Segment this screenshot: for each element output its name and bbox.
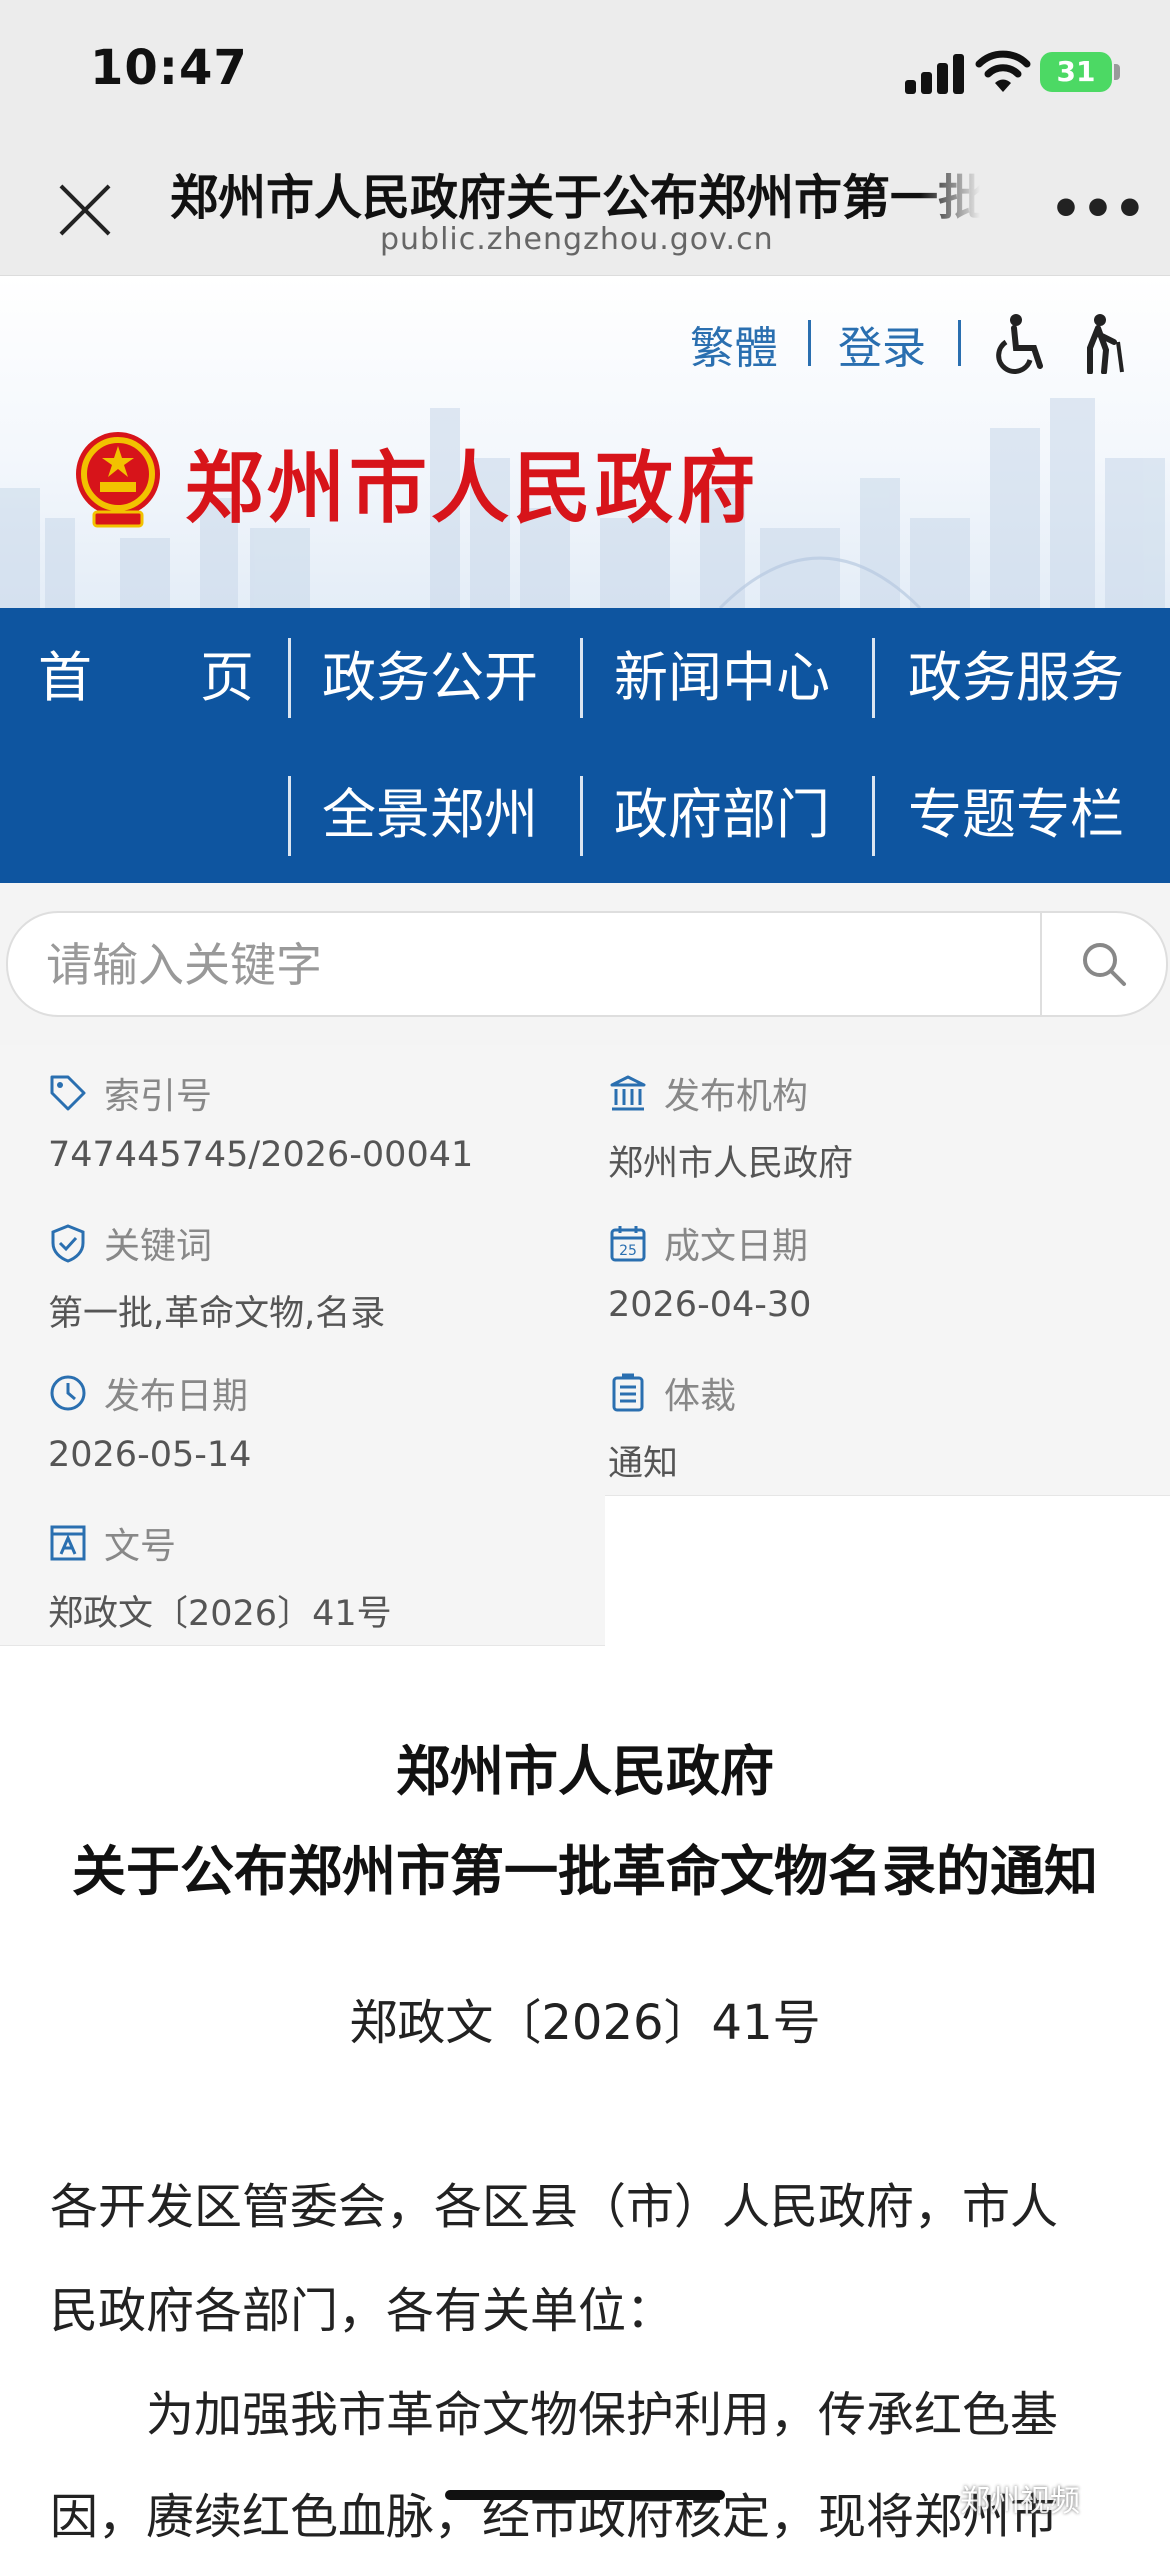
more-options-icon[interactable]: ••• bbox=[1050, 180, 1146, 238]
article-title-line2: 关于公布郑州市第一批革命文物名录的通知 bbox=[72, 1840, 1098, 1903]
page-url: public.zhengzhou.gov.cn bbox=[380, 222, 774, 257]
nav-divider bbox=[288, 776, 291, 856]
home-indicator bbox=[445, 2490, 725, 2500]
search-area bbox=[0, 883, 1170, 1045]
search-box bbox=[6, 911, 1168, 1017]
nav-divider bbox=[288, 638, 291, 718]
meta-value: 郑政文〔2026〕41号 bbox=[48, 1594, 392, 1634]
elderly-mode-icon[interactable] bbox=[1076, 312, 1132, 374]
meta-index: 索引号 747445745/2026-00041 bbox=[0, 1045, 560, 1195]
nav-special-topics[interactable]: 专题专栏 bbox=[908, 780, 1124, 850]
article-paragraph-line: 为加强我市革命文物保护利用，传承红色基 bbox=[50, 2387, 1059, 2443]
clock-icon bbox=[50, 1375, 86, 1411]
status-bar: 10:47 31 bbox=[0, 0, 1170, 140]
battery-level: 31 bbox=[1040, 52, 1112, 92]
meta-value: 通知 bbox=[608, 1444, 679, 1484]
meta-keywords: 关键词 第一批,革命文物,名录 bbox=[0, 1195, 560, 1345]
meta-published-date: 发布日期 2026-05-14 bbox=[0, 1345, 560, 1495]
meta-label: 体裁 bbox=[664, 1376, 737, 1417]
institution-icon bbox=[610, 1075, 646, 1111]
browser-header: 郑州市人民政府关于公布郑州市第一批革命文物名录的通知 public.zhengz… bbox=[0, 140, 1170, 276]
main-nav: 首 页 政务公开 新闻中心 政务服务 全景郑州 政府部门 专题专栏 bbox=[0, 608, 1170, 883]
nav-gov-services[interactable]: 政务服务 bbox=[908, 643, 1124, 713]
accessibility-wheelchair-icon[interactable] bbox=[988, 312, 1050, 374]
divider bbox=[958, 320, 961, 366]
meta-value: 第一批,革命文物,名录 bbox=[48, 1294, 386, 1334]
nav-departments[interactable]: 政府部门 bbox=[614, 780, 830, 850]
meta-label: 关键词 bbox=[104, 1226, 213, 1267]
divider bbox=[808, 320, 811, 366]
national-emblem-logo bbox=[76, 432, 160, 528]
article-paragraph-line: 各开发区管委会，各区县（市）人民政府，市人 bbox=[50, 2179, 1059, 2235]
nav-divider bbox=[580, 776, 583, 856]
login-link[interactable]: 登录 bbox=[838, 312, 926, 376]
article-doc-number: 郑政文〔2026〕41号 bbox=[349, 1995, 821, 2051]
meta-doc-number: 文号 郑政文〔2026〕41号 bbox=[0, 1495, 560, 1645]
meta-row: 索引号 747445745/2026-00041 发布机构 郑州市人民政府 bbox=[0, 1045, 1170, 1196]
site-name: 郑州市人民政府 bbox=[185, 443, 760, 534]
watermark: 郑州视频 bbox=[960, 2484, 1080, 2519]
shield-check-icon bbox=[51, 1224, 85, 1263]
meta-label: 文号 bbox=[104, 1526, 177, 1567]
meta-value: 郑州市人民政府 bbox=[608, 1144, 854, 1184]
nav-news-center[interactable]: 新闻中心 bbox=[614, 643, 830, 713]
search-button[interactable] bbox=[1040, 913, 1166, 1015]
meta-label: 发布机构 bbox=[664, 1076, 809, 1117]
cellular-signal-icon bbox=[905, 52, 965, 94]
nav-divider bbox=[872, 638, 875, 718]
document-metadata: 索引号 747445745/2026-00041 发布机构 郑州市人民政府 关键… bbox=[0, 1045, 1170, 1646]
nav-home[interactable]: 首 页 bbox=[38, 643, 254, 713]
meta-value: 2026-05-14 bbox=[48, 1435, 252, 1475]
meta-label: 索引号 bbox=[104, 1076, 213, 1117]
meta-genre: 体裁 通知 bbox=[560, 1345, 1120, 1495]
page-title: 郑州市人民政府关于公布郑州市第一批革命文物名录的通知 bbox=[170, 158, 980, 228]
meta-written-date: 25 成文日期 2026-04-30 bbox=[560, 1195, 1120, 1345]
nav-divider bbox=[580, 638, 583, 718]
nav-divider bbox=[872, 776, 875, 856]
article-paragraph-line: 民政府各部门，各有关单位： bbox=[50, 2283, 675, 2339]
meta-value: 747445745/2026-00041 bbox=[48, 1135, 474, 1175]
nav-panorama[interactable]: 全景郑州 bbox=[322, 780, 538, 850]
meta-row: 发布日期 2026-05-14 体裁 通知 bbox=[0, 1345, 1170, 1496]
wifi-icon bbox=[975, 50, 1031, 92]
battery-tip bbox=[1114, 64, 1120, 80]
tag-icon bbox=[50, 1075, 86, 1111]
meta-publisher: 发布机构 郑州市人民政府 bbox=[560, 1045, 1120, 1195]
meta-row: 关键词 第一批,革命文物,名录 25 成文日期 2026-04-30 bbox=[0, 1195, 1170, 1346]
document-list-icon bbox=[612, 1373, 644, 1412]
search-icon bbox=[1083, 943, 1126, 986]
calendar-icon: 25 bbox=[610, 1226, 646, 1262]
search-input[interactable] bbox=[44, 913, 1028, 1017]
document-number-icon bbox=[50, 1525, 86, 1561]
traditional-chinese-link[interactable]: 繁體 bbox=[690, 312, 778, 376]
svg-text:25: 25 bbox=[619, 1243, 637, 1259]
status-time: 10:47 bbox=[90, 40, 248, 96]
meta-label: 发布日期 bbox=[104, 1376, 249, 1417]
meta-value: 2026-04-30 bbox=[608, 1285, 812, 1325]
close-icon[interactable] bbox=[55, 180, 115, 240]
top-links: 繁體 登录 bbox=[690, 312, 1150, 374]
site-banner: 繁體 登录 郑州市人民政府 bbox=[0, 276, 1170, 608]
nav-gov-affairs-open[interactable]: 政务公开 bbox=[322, 643, 538, 713]
meta-row: 文号 郑政文〔2026〕41号 bbox=[0, 1495, 605, 1646]
meta-label: 成文日期 bbox=[664, 1226, 809, 1267]
article-title-line1: 郑州市人民政府 bbox=[396, 1740, 774, 1803]
